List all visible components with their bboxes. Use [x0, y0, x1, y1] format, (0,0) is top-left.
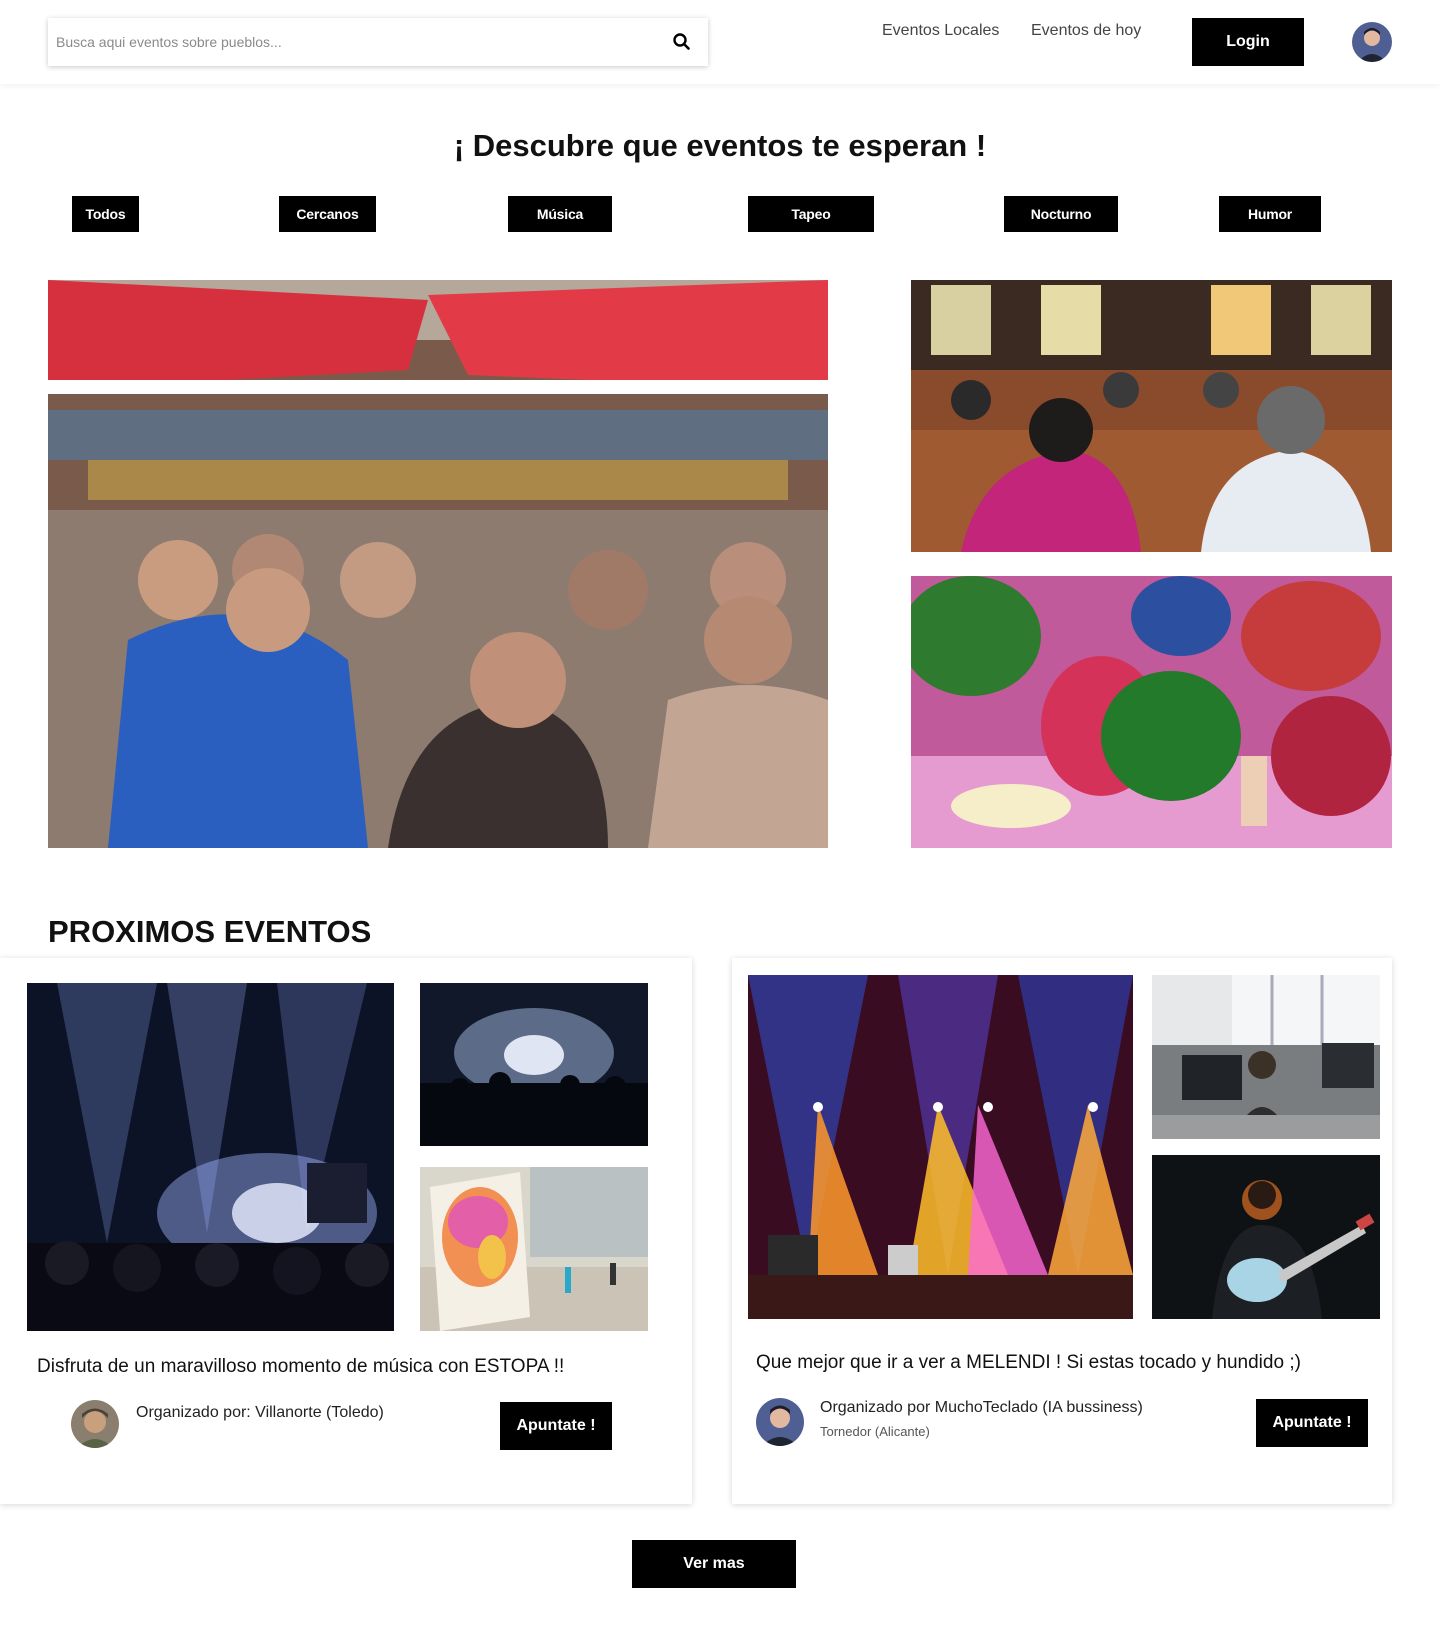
category-tapeo[interactable]: Tapeo [748, 196, 874, 232]
event-image-stage-lights[interactable] [748, 975, 1133, 1319]
hero-image-festive-dinner[interactable] [911, 576, 1392, 848]
nav-link-eventos-locales[interactable]: Eventos Locales [882, 22, 999, 40]
category-humor[interactable]: Humor [1219, 196, 1321, 232]
search-bar [48, 18, 708, 66]
hero-title: ¡ Descubre que eventos te esperan ! [453, 128, 987, 163]
event-image-office[interactable] [1152, 975, 1380, 1139]
category-musica[interactable]: Música [508, 196, 612, 232]
nav-link-eventos-de-hoy[interactable]: Eventos de hoy [1031, 22, 1141, 40]
event-card-estopa: Disfruta de un maravilloso momento de mú… [0, 958, 692, 1504]
ver-mas-button[interactable]: Ver mas [632, 1540, 796, 1588]
hero-image-community-hall[interactable] [911, 280, 1392, 552]
event-image-art-exhibition[interactable] [420, 1167, 648, 1331]
event-image-crowd-stage[interactable] [420, 983, 648, 1146]
event-title: Que mejor que ir a ver a MELENDI ! Si es… [756, 1352, 1301, 1373]
event-title: Disfruta de un maravilloso momento de mú… [37, 1356, 565, 1377]
event-card-melendi: Que mejor que ir a ver a MELENDI ! Si es… [732, 958, 1392, 1504]
event-image-concert-main[interactable] [27, 983, 394, 1331]
category-nocturno[interactable]: Nocturno [1004, 196, 1118, 232]
login-button[interactable]: Login [1192, 18, 1304, 66]
organizer-avatar [756, 1398, 804, 1446]
organizer-label: Organizado por: Villanorte (Toledo) [136, 1404, 384, 1421]
organizer-avatar [71, 1400, 119, 1448]
search-icon[interactable] [670, 30, 694, 54]
section-title-proximos-eventos: PROXIMOS EVENTOS [48, 914, 372, 949]
search-input[interactable] [48, 18, 648, 66]
user-avatar[interactable] [1352, 22, 1392, 62]
category-todos[interactable]: Todos [72, 196, 139, 232]
event-location: Tornedor (Alicante) [820, 1424, 930, 1439]
apuntate-button[interactable]: Apuntate ! [1256, 1399, 1368, 1447]
top-header: Eventos Locales Eventos de hoy Login [0, 0, 1440, 84]
organizer-label: Organizado por MuchoTeclado (IA bussines… [820, 1399, 1143, 1416]
category-cercanos[interactable]: Cercanos [279, 196, 376, 232]
event-image-guitarist[interactable] [1152, 1155, 1380, 1319]
apuntate-button[interactable]: Apuntate ! [500, 1402, 612, 1450]
hero-image-market-crowd[interactable] [48, 280, 828, 848]
